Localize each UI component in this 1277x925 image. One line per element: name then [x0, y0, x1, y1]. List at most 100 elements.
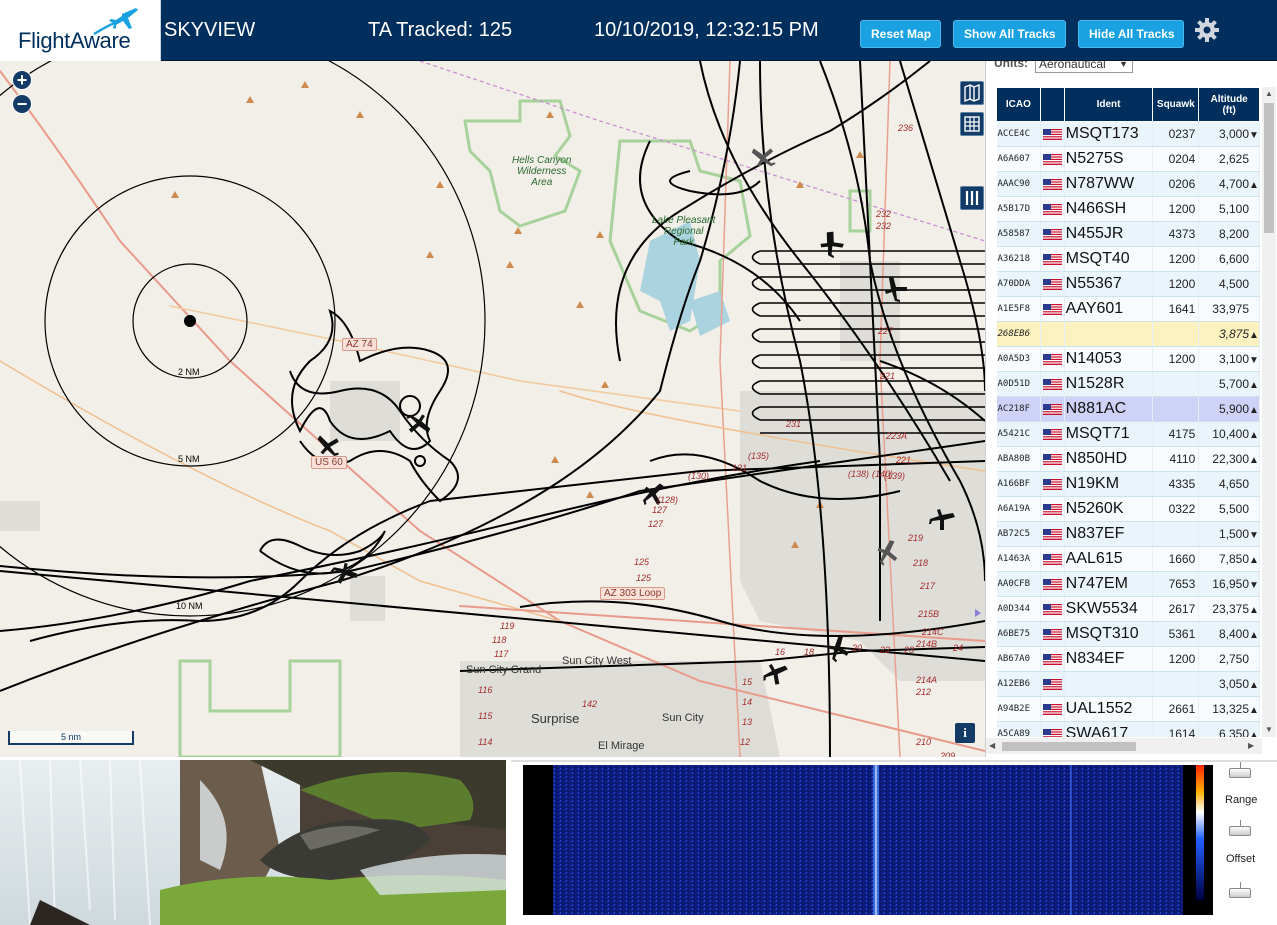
vertical-scroll-thumb[interactable] [1264, 103, 1274, 233]
road-number: 215B [918, 609, 940, 619]
altitude-cell: 4,700▲ [1198, 171, 1260, 197]
altitude-trend-icon: ▲ [1249, 430, 1259, 441]
flag-cell [1040, 571, 1065, 597]
icao-cell: A0D344 [996, 596, 1041, 622]
aircraft-row[interactable]: A0A5D3 N14053 1200 3,100▼ [996, 346, 1260, 372]
aircraft-row[interactable]: A5421C MSQT71 4175 10,400▲ [996, 421, 1260, 447]
hide-all-tracks-button[interactable]: Hide All Tracks [1078, 20, 1184, 48]
show-all-tracks-button[interactable]: Show All Tracks [953, 20, 1066, 48]
zoom-in-button[interactable]: + [12, 70, 32, 90]
aircraft-row[interactable]: A0D344 SKW5534 2617 23,375▲ [996, 596, 1260, 622]
road-number: 236 [898, 123, 914, 133]
column-header-altitude[interactable]: Altitude (ft) [1198, 87, 1260, 122]
scroll-left-icon[interactable]: ◀ [989, 741, 995, 750]
aircraft-row[interactable]: A1463A AAL615 1660 7,850▲ [996, 546, 1260, 572]
altitude-cell: 5,100 [1198, 196, 1260, 222]
road-number: 114 [478, 737, 493, 747]
road-shield-us60: US 60 [311, 456, 347, 469]
altitude-cell: 8,400▲ [1198, 621, 1260, 647]
aircraft-row[interactable]: AC218F N881AC 5,900▲ [996, 396, 1260, 422]
reset-map-button[interactable]: Reset Map [860, 20, 941, 48]
road-number: 115 [478, 711, 493, 721]
aircraft-row[interactable]: A6A19A N5260K 0322 5,500 [996, 496, 1260, 522]
gear-icon[interactable] [1194, 17, 1220, 43]
aircraft-row[interactable]: AA0CFB N747EM 7653 16,950▼ [996, 571, 1260, 597]
aircraft-row[interactable]: A6A607 N5275S 0204 2,625 [996, 146, 1260, 172]
icao-cell: AAAC90 [996, 171, 1041, 197]
squawk-cell: 1641 [1152, 296, 1200, 322]
altitude-value: 6,600 [1218, 252, 1249, 266]
road-number: 209 [940, 751, 956, 757]
aircraft-row[interactable]: 268EB6 3,875▲ [996, 321, 1260, 347]
flightaware-logo[interactable]: FlightAware [0, 0, 161, 61]
aircraft-row[interactable]: A166BF N19KM 4335 4,650 [996, 471, 1260, 497]
horizontal-scroll-thumb[interactable] [1002, 742, 1136, 751]
road-number: 15 [742, 677, 753, 687]
map-canvas [0, 61, 985, 757]
aircraft-row[interactable]: A58587 N455JR 4373 8,200 [996, 221, 1260, 247]
squawk-cell: 4175 [1152, 421, 1200, 447]
road-number: 218 [913, 558, 929, 568]
units-select[interactable]: Aeronautical ▼ [1035, 61, 1133, 73]
range-upper-slider[interactable] [1229, 768, 1251, 778]
altitude-cell: 4,500 [1198, 271, 1260, 297]
aircraft-row[interactable]: A70DDA N55367 1200 4,500 [996, 271, 1260, 297]
icao-cell: A166BF [996, 471, 1041, 497]
map-view[interactable]: 2 NM 5 NM 10 NM Hells Canyon Wilderness … [0, 61, 985, 757]
road-number: 125 [634, 557, 650, 567]
columns-icon [965, 191, 979, 205]
scroll-up-icon[interactable]: ▲ [1265, 89, 1273, 98]
horizontal-scrollbar[interactable]: ◀ ▶ [986, 738, 1262, 754]
aircraft-row[interactable]: ABA80B N850HD 4110 22,300▲ [996, 446, 1260, 472]
squawk-cell [1152, 396, 1200, 422]
range-slider[interactable] [1229, 826, 1251, 836]
altitude-value: 3,875 [1218, 327, 1249, 341]
road-number: (139) [884, 471, 906, 481]
column-header-flag[interactable] [1039, 87, 1065, 122]
info-button[interactable]: i [955, 723, 975, 743]
squawk-cell: 0237 [1152, 121, 1200, 147]
altitude-cell: 23,375▲ [1198, 596, 1260, 622]
aircraft-row[interactable]: AAAC90 N787WW 0206 4,700▲ [996, 171, 1260, 197]
map-layers-button[interactable] [960, 81, 984, 105]
chevron-down-icon: ▼ [1119, 61, 1128, 69]
aircraft-row[interactable]: A36218 MSQT40 1200 6,600 [996, 246, 1260, 272]
grid-toggle-button[interactable] [960, 112, 984, 136]
aircraft-row[interactable]: A0D51D N1528R 5,700▲ [996, 371, 1260, 397]
aircraft-row[interactable]: ACCE4C MSQT173 0237 3,000▼ [996, 121, 1260, 147]
aircraft-row[interactable]: A5CA89 SWA617 1614 6,350▲ [996, 721, 1260, 737]
column-header-ident[interactable]: Ident [1063, 87, 1154, 122]
place-sun-city-west: Sun City West [562, 655, 632, 667]
icao-cell: A6A19A [996, 496, 1041, 522]
column-header-squawk[interactable]: Squawk [1152, 87, 1200, 122]
icao-cell: A5B17D [996, 196, 1041, 222]
scale-label: 5 nm [60, 732, 81, 742]
vertical-scrollbar[interactable]: ▲ ▼ [1262, 87, 1276, 737]
altitude-cell: 2,625 [1198, 146, 1260, 172]
aircraft-row[interactable]: A6BE75 MSQT310 5361 8,400▲ [996, 621, 1260, 647]
altitude-cell: 7,850▲ [1198, 546, 1260, 572]
flag-cell [1040, 421, 1065, 447]
aircraft-row[interactable]: AB67A0 N834EF 1200 2,750 [996, 646, 1260, 672]
scroll-down-icon[interactable]: ▼ [1265, 725, 1273, 734]
altitude-trend-icon: ▲ [1249, 630, 1259, 641]
zoom-out-button[interactable]: − [12, 94, 32, 114]
column-header-icao[interactable]: ICAO [996, 87, 1041, 122]
altitude-cell: 1,500▼ [1198, 521, 1260, 547]
aircraft-row[interactable]: A12EB6 3,050▲ [996, 671, 1260, 697]
aircraft-row[interactable]: AB72C5 N837EF 1,500▼ [996, 521, 1260, 547]
scroll-right-icon[interactable]: ▶ [1248, 741, 1254, 750]
columns-toggle-button[interactable] [960, 186, 984, 210]
road-number: 24 [953, 643, 964, 653]
road-number: 18 [804, 647, 815, 657]
aircraft-row[interactable]: A5B17D N466SH 1200 5,100 [996, 196, 1260, 222]
aircraft-row[interactable]: A94B2E UAL1552 2661 13,325▲ [996, 696, 1260, 722]
aircraft-row[interactable]: A1E5F8 AAY601 1641 33,975 [996, 296, 1260, 322]
road-number: 232 [876, 209, 892, 219]
icao-cell: ABA80B [996, 446, 1041, 472]
range-label: Range [1225, 794, 1258, 806]
ident-cell: N1528R [1064, 371, 1154, 397]
offset-slider[interactable] [1229, 888, 1251, 898]
altitude-cell: 3,050▲ [1198, 671, 1260, 697]
ring-label-2nm: 2 NM [178, 367, 200, 377]
